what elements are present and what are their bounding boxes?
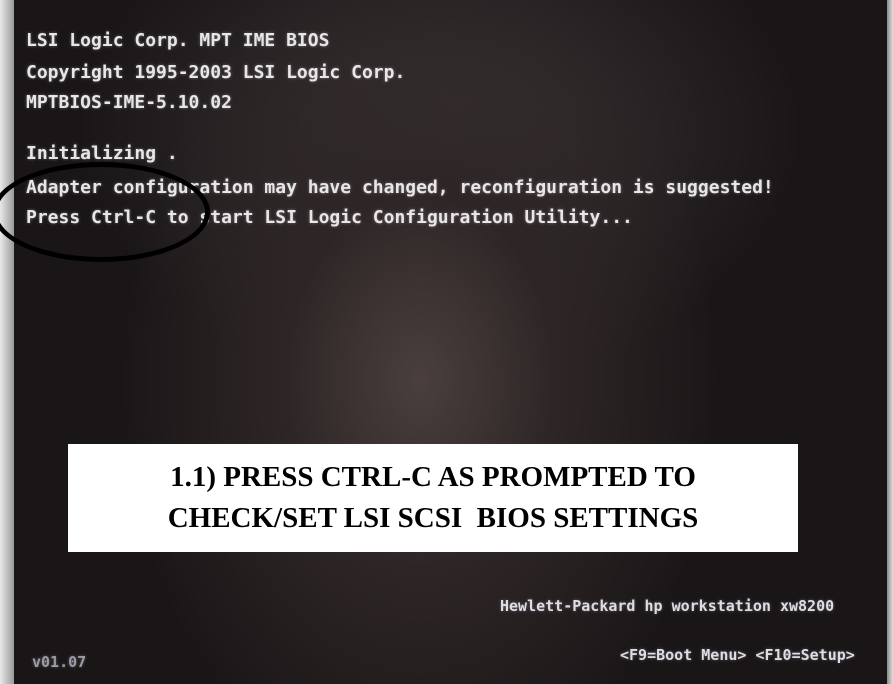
bios-title-line: LSI Logic Corp. MPT IME BIOS [26, 30, 330, 51]
monitor-bezel-left [0, 0, 14, 684]
callout-ellipse [0, 162, 210, 262]
instruction-line-2: CHECK/SET LSI SCSI BIOS SETTINGS [167, 502, 699, 534]
bios-rom-version: v01.07 [32, 653, 87, 671]
bios-version-line: MPTBIOS-IME-5.10.02 [26, 92, 232, 113]
instruction-line-1: 1.1) PRESS CTRL-C AS PROMPTED TO [170, 461, 696, 493]
monitor-bezel-right [887, 0, 893, 684]
bios-hotkeys-hint: <F9=Boot Menu> <F10=Setup> [620, 646, 855, 664]
bios-copyright-line: Copyright 1995-2003 LSI Logic Corp. [26, 62, 406, 83]
bios-initializing-line: Initializing . [26, 143, 178, 164]
system-model-line: Hewlett-Packard hp workstation xw8200 [500, 597, 835, 615]
bios-screen: LSI Logic Corp. MPT IME BIOS Copyright 1… [0, 0, 893, 684]
instruction-callout-box: 1.1) PRESS CTRL-C AS PROMPTED TO CHECK/S… [68, 444, 798, 552]
